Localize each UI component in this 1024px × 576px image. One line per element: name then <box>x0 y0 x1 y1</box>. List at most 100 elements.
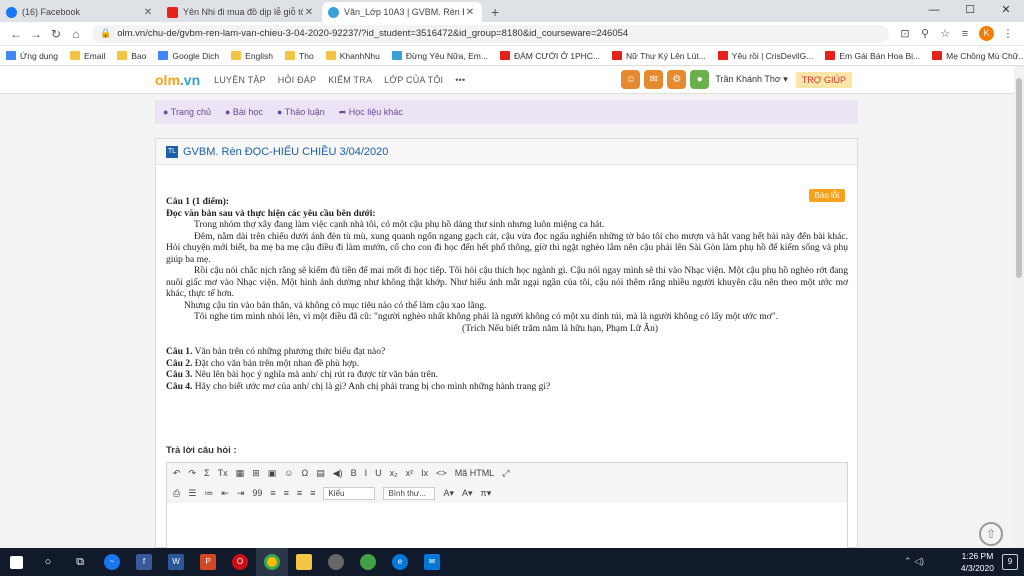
url-input[interactable]: 🔒 olm.vn/chu-de/gvbm-ren-lam-van-chieu-3… <box>92 24 889 43</box>
task-view-icon[interactable]: ⧉ <box>64 548 96 576</box>
app-icon[interactable] <box>352 548 384 576</box>
editor-body[interactable] <box>167 503 847 548</box>
scroll-to-top-button[interactable]: ⇧ <box>979 522 1003 546</box>
search-icon[interactable]: ○ <box>32 548 64 576</box>
new-tab-button[interactable]: + <box>483 2 507 22</box>
editor-tool-button[interactable]: ⎙ <box>173 488 180 499</box>
tab-facebook[interactable]: (16) Facebook ✕ <box>0 2 160 22</box>
subnav-materials[interactable]: ➦ Học liệu khác <box>339 107 403 118</box>
editor-tool-button[interactable]: x₂ <box>390 468 398 478</box>
editor-tool-button[interactable]: ☰ <box>188 488 196 499</box>
editor-tool-button[interactable]: ☺ <box>284 468 293 478</box>
zoom-icon[interactable]: ⚲ <box>915 27 935 40</box>
edge-icon[interactable]: e <box>384 548 416 576</box>
user-name[interactable]: Trần Khánh Thơ ▾ <box>715 74 787 85</box>
chat-icon[interactable]: ✉ <box>644 70 664 89</box>
editor-tool-button[interactable]: ▦ <box>236 468 245 479</box>
editor-tool-button[interactable]: ↶ <box>173 468 181 479</box>
editor-tool-button[interactable]: ⇤ <box>221 488 229 499</box>
editor-tool-button[interactable]: ▤ <box>316 468 325 479</box>
editor-tool-button[interactable]: ≡ <box>297 488 302 498</box>
editor-tool-button[interactable]: <> <box>436 468 447 478</box>
powerpoint-icon[interactable]: P <box>192 548 224 576</box>
close-icon[interactable]: ✕ <box>142 7 154 18</box>
notification-center-icon[interactable]: 9 <box>1002 554 1018 570</box>
bookmark-item[interactable]: English <box>231 51 273 61</box>
avatar[interactable]: ● <box>690 70 710 89</box>
page-scrollbar[interactable] <box>1014 66 1024 548</box>
editor-tool-button[interactable]: ▣ <box>268 468 277 479</box>
tab-youtube[interactable]: Yên Nhi đi mua đồ dịp lễ giỗ tổ ✕ <box>161 2 321 22</box>
messenger-icon[interactable]: ~ <box>96 548 128 576</box>
editor-tool-button[interactable]: Tx <box>218 468 228 478</box>
home-icon[interactable]: ⌂ <box>66 27 86 41</box>
bookmark-item[interactable]: Yêu rồi | CrisDevilG... <box>717 51 813 61</box>
bookmark-item[interactable]: ĐÁM CƯỚI Ở 1PHC... <box>499 51 600 61</box>
translate-icon[interactable]: ⊡ <box>895 27 915 40</box>
editor-tool-button[interactable]: Ω <box>301 468 308 478</box>
bookmark-item[interactable]: Đừng Yêu Nữa, Em... <box>391 51 488 61</box>
kebab-menu-icon[interactable]: ⋮ <box>998 27 1018 40</box>
opera-icon[interactable]: O <box>224 548 256 576</box>
tab-olm[interactable]: Văn_Lớp 10A3 | GVBM. Rèn ĐỌC... ✕ <box>322 2 482 22</box>
editor-tool-button[interactable]: ⊞ <box>252 468 260 479</box>
friends-icon[interactable]: ☺ <box>621 70 641 89</box>
help-button[interactable]: TRỢ GIÚP <box>795 71 852 88</box>
bookmark-item[interactable]: Em Gái Bán Hoa Bị... <box>825 51 920 61</box>
file-explorer-icon[interactable] <box>288 548 320 576</box>
clock[interactable]: 1:26 PM 4/3/2020 <box>961 550 994 574</box>
subnav-lessons[interactable]: ● Bài học <box>225 107 263 117</box>
back-icon[interactable]: ← <box>6 27 26 41</box>
close-icon[interactable]: ✕ <box>464 7 476 18</box>
editor-tool-button[interactable]: π▾ <box>481 488 492 499</box>
style-select[interactable]: Kiểu <box>323 486 376 500</box>
editor-tool-button[interactable]: ≡ <box>270 488 275 498</box>
editor-tool-button[interactable]: B <box>351 468 357 478</box>
subnav-home[interactable]: ● Trang chủ <box>163 107 211 117</box>
word-icon[interactable]: W <box>160 548 192 576</box>
editor-tool-button[interactable]: ≔ <box>204 488 213 499</box>
star-icon[interactable]: ☆ <box>935 27 955 40</box>
close-window-icon[interactable]: ✕ <box>988 0 1024 22</box>
facebook-app-icon[interactable]: f <box>128 548 160 576</box>
menu-lop-cua-toi[interactable]: LỚP CỦA TÔI <box>384 75 443 85</box>
editor-tool-button[interactable]: ≡ <box>284 488 289 498</box>
editor-tool-button[interactable]: Σ <box>204 468 210 478</box>
bookmark-item[interactable]: KhanhNhu <box>325 51 380 61</box>
close-icon[interactable]: ✕ <box>303 7 315 18</box>
editor-tool-button[interactable]: ◀) <box>333 468 343 479</box>
tray-icons[interactable]: ⌃ ◁) <box>904 556 924 567</box>
editor-tool-button[interactable]: U <box>375 468 382 478</box>
reload-icon[interactable]: ↻ <box>46 27 66 41</box>
scrollbar-thumb[interactable] <box>1016 78 1022 278</box>
windows-start-icon[interactable] <box>0 548 32 576</box>
bookmark-item[interactable]: Bao <box>117 51 146 61</box>
editor-tool-button[interactable]: ≡ <box>310 488 315 498</box>
menu-hoi-dap[interactable]: HỎI ĐÁP <box>278 75 316 85</box>
bookmark-item[interactable]: Tho <box>285 51 314 61</box>
minimize-icon[interactable]: — <box>916 0 952 22</box>
editor-tool-button[interactable]: 99 <box>252 488 262 498</box>
notification-icon[interactable]: ⚙ <box>667 70 687 89</box>
reading-list-icon[interactable]: ≡ <box>955 28 975 40</box>
format-select[interactable]: Bình thư... <box>383 486 436 500</box>
editor-tool-button[interactable]: I <box>365 468 368 478</box>
bookmark-item[interactable]: Ứng dụng <box>6 51 58 61</box>
editor-tool-button[interactable]: ⤢ <box>502 468 509 479</box>
subnav-discussion[interactable]: ● Thảo luận <box>277 107 325 117</box>
app-icon[interactable] <box>320 548 352 576</box>
bookmark-item[interactable]: Email <box>69 51 105 61</box>
bookmark-item[interactable]: Mẹ Chồng Mù Chữ... <box>932 51 1024 61</box>
editor-tool-button[interactable]: ⇥ <box>237 488 245 499</box>
bookmark-item[interactable]: Nữ Thư Ký Lên Lút... <box>612 51 706 61</box>
menu-luyen-tap[interactable]: LUYỆN TẬP <box>214 75 266 85</box>
editor-tool-button[interactable]: Ix <box>421 468 428 478</box>
editor-tool-button[interactable]: A▾ <box>443 488 454 499</box>
forward-icon[interactable]: → <box>26 27 46 41</box>
olm-logo[interactable]: olm.vn <box>155 72 200 88</box>
menu-more[interactable]: ••• <box>455 75 465 85</box>
answer-editor[interactable]: ↶ ↷ Σ Tx ▦ ⊞ ▣ ☺ Ω ▤ ◀) B I Ux₂ x² Ix <> Mã HTML ⤢ ⎙ ☰ ≔ ⇤ ⇥ 99… <box>166 462 848 548</box>
bookmark-item[interactable]: Google Dịch <box>158 51 219 61</box>
profile-avatar[interactable]: K <box>979 26 994 41</box>
mail-icon[interactable]: ✉ <box>416 548 448 576</box>
